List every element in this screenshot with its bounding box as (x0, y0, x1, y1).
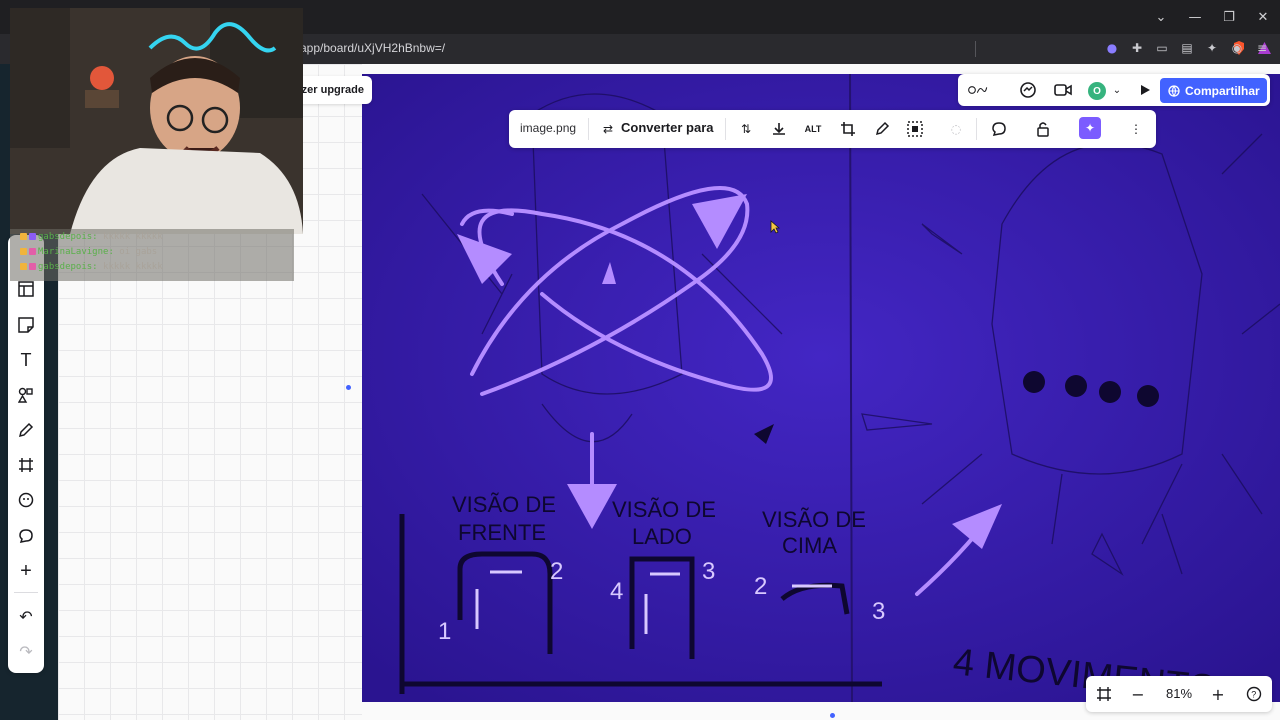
help-icon[interactable]: ? (1244, 684, 1264, 704)
share-label: Compartilhar (1185, 83, 1260, 98)
sketch-number-3b: 3 (872, 598, 885, 625)
reactions-icon[interactable] (968, 80, 988, 100)
more-options-icon[interactable]: ⋮ (1126, 119, 1146, 139)
comment-icon[interactable] (989, 119, 1009, 139)
redo-icon[interactable]: ↷ (14, 640, 38, 664)
convert-icon[interactable]: ⇄ (598, 119, 618, 139)
label-side-1: VISÃO DE (612, 497, 716, 522)
fit-to-screen-icon[interactable] (1094, 684, 1114, 704)
chat-message: MarinaLavigne: oi gabs (20, 247, 157, 257)
sketch-number-3: 3 (702, 558, 715, 585)
chat-message: gabsdepois: kkkkk kkkkk (20, 232, 163, 242)
label-side-2: LADO (632, 524, 692, 549)
toolbar-icons: ● ✚ ▭ ▤ ✦ ◉ ≡ (1104, 40, 1270, 56)
prime-badge-icon (29, 233, 36, 240)
ai-sparkle-button[interactable]: ✦ (1079, 117, 1101, 139)
ctx-divider (725, 118, 726, 140)
sticky-note-icon[interactable] (14, 313, 38, 337)
subscriber-badge-icon (20, 263, 27, 270)
svg-text:?: ? (1251, 690, 1256, 700)
emoji-icon[interactable] (14, 488, 38, 512)
close-icon[interactable]: ✕ (1246, 0, 1280, 34)
flip-icon[interactable]: ⇅ (736, 119, 756, 139)
address-divider (975, 41, 976, 57)
ctx-divider (588, 118, 589, 140)
vpn-icon[interactable]: ◉ (1229, 40, 1245, 56)
selection-handle[interactable] (830, 713, 835, 718)
chat-icon[interactable] (1018, 80, 1038, 100)
sketch-number-2b: 2 (754, 573, 767, 600)
globe-icon (1168, 84, 1180, 97)
crop-icon[interactable] (838, 119, 858, 139)
webcam-overlay (10, 8, 303, 234)
zoom-level[interactable]: 81% (1162, 686, 1196, 701)
add-icon[interactable]: + (14, 559, 38, 583)
pink-badge-icon (29, 263, 36, 270)
upgrade-button[interactable]: zer upgrade (296, 76, 372, 104)
sketch-number-2: 2 (550, 558, 563, 585)
shapes-icon[interactable] (14, 383, 38, 407)
subscriber-badge-icon (20, 248, 27, 255)
sketch-number-4: 4 (610, 578, 623, 605)
pink-badge-icon (29, 248, 36, 255)
label-front-2: FRENTE (458, 520, 546, 545)
sketch-image[interactable]: VISÃO DE FRENTE VISÃO DE LADO VISÃO DE C… (362, 74, 1280, 702)
undo-icon[interactable]: ↶ (14, 605, 38, 629)
share-button[interactable]: Compartilhar (1160, 78, 1267, 103)
download-icon[interactable] (769, 119, 789, 139)
window-controls: ⌄ — ❐ ✕ (1144, 0, 1280, 34)
ctx-divider (976, 118, 977, 140)
label-front-1: VISÃO DE (452, 492, 556, 517)
pencil-icon[interactable] (872, 119, 892, 139)
subscriber-badge-icon (20, 233, 27, 240)
selection-handle[interactable] (346, 385, 351, 390)
leo-ai-icon[interactable]: ✦ (1204, 40, 1220, 56)
url-text[interactable]: app/board/uXjVH2hBnbw=/ (300, 41, 445, 55)
user-avatar[interactable]: O (1088, 82, 1106, 100)
pen-icon[interactable] (14, 418, 38, 442)
mouse-cursor-icon (770, 220, 781, 239)
label-top-1: VISÃO DE (762, 507, 866, 532)
minimize-icon[interactable]: — (1178, 0, 1212, 34)
image-filename[interactable]: image.png (520, 121, 576, 135)
toolbar-divider (14, 592, 38, 593)
label-top-2: CIMA (782, 533, 837, 558)
extensions-icon[interactable]: ✚ (1129, 40, 1145, 56)
split-view-icon[interactable]: ▭ (1154, 40, 1170, 56)
comment-tool-icon[interactable] (14, 524, 38, 548)
lock-icon[interactable] (1033, 119, 1053, 139)
restore-icon[interactable]: ❐ (1212, 0, 1246, 34)
zoom-in-icon[interactable]: + (1208, 684, 1228, 704)
text-icon[interactable]: T (14, 348, 38, 372)
convert-button[interactable]: Converter para (621, 120, 713, 135)
present-play-icon[interactable] (1135, 80, 1155, 100)
video-call-icon[interactable] (1053, 80, 1073, 100)
chevron-down-icon[interactable]: ⌄ (1107, 80, 1127, 100)
tab-search-chevron-icon[interactable]: ⌄ (1144, 0, 1178, 34)
zoom-out-icon[interactable]: − (1128, 684, 1148, 704)
frame-icon[interactable] (14, 453, 38, 477)
drop-icon[interactable]: ● (1104, 40, 1120, 56)
chat-message: gabsdepois: kkkkk kkkkk (20, 262, 163, 272)
alt-text-button[interactable]: ALT (803, 119, 823, 139)
remove-background-icon[interactable] (905, 119, 925, 139)
wallet-icon[interactable]: ▤ (1179, 40, 1195, 56)
loading-spinner-icon: ◌ (950, 122, 962, 136)
stream-chat-overlay: gabsdepois: kkkkk kkkkk MarinaLavigne: o… (10, 229, 294, 281)
menu-icon[interactable]: ≡ (1254, 40, 1270, 56)
sketch-number-1: 1 (438, 618, 451, 645)
